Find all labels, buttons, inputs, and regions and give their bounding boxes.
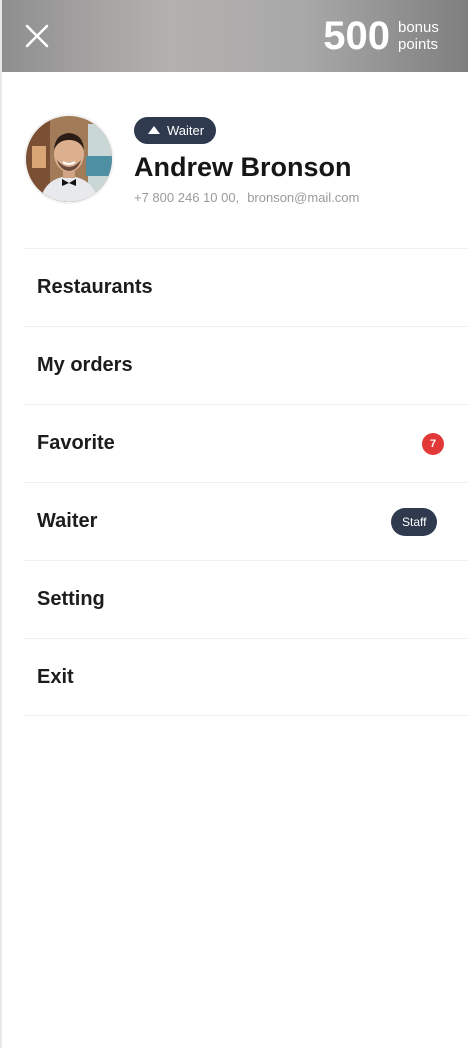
- top-bar: 500 bonus points: [2, 0, 468, 72]
- menu-item-label: Setting: [37, 588, 105, 610]
- menu-item-setting[interactable]: Setting: [24, 560, 468, 638]
- menu-item-favorite[interactable]: Favorite 7: [24, 404, 468, 482]
- main-menu: Restaurants My orders Favorite 7 Waiter …: [24, 248, 468, 716]
- menu-item-label: Exit: [37, 665, 74, 688]
- bonus-points-value: 500: [323, 14, 390, 58]
- role-badge: Waiter: [134, 117, 217, 144]
- menu-item-label: Favorite: [37, 432, 115, 454]
- close-button[interactable]: [22, 21, 52, 51]
- user-name: Andrew Bronson: [134, 152, 352, 182]
- menu-item-exit[interactable]: Exit: [24, 638, 468, 716]
- user-phone: +7 800 246 10 00,: [134, 190, 240, 205]
- menu-item-restaurants[interactable]: Restaurants: [24, 248, 468, 326]
- role-label: Waiter: [167, 123, 205, 138]
- user-email: bronson@mail.com: [247, 190, 360, 205]
- user-contact: +7 800 246 10 00, bronson@mail.com: [134, 190, 359, 205]
- staff-badge: Staff: [391, 507, 438, 536]
- menu-item-label: My orders: [37, 354, 133, 376]
- side-menu-screen: 500 bonus points Waiter Andrew Bronson +…: [0, 0, 468, 1048]
- user-photo: [26, 116, 112, 202]
- menu-item-label: Restaurants: [37, 276, 153, 298]
- bonus-points-label: bonus points: [398, 19, 439, 53]
- user-profile: Waiter Andrew Bronson +7 800 246 10 00, b…: [24, 114, 454, 224]
- favorite-count-badge: 7: [422, 432, 444, 455]
- avatar[interactable]: [24, 114, 114, 204]
- menu-item-waiter[interactable]: Waiter Staff: [24, 482, 468, 560]
- menu-item-my-orders[interactable]: My orders: [24, 326, 468, 404]
- bonus-points: 500 bonus points: [323, 16, 446, 56]
- triangle-up-icon: [148, 126, 160, 134]
- menu-item-label: Waiter: [37, 510, 98, 532]
- close-icon: [25, 24, 49, 48]
